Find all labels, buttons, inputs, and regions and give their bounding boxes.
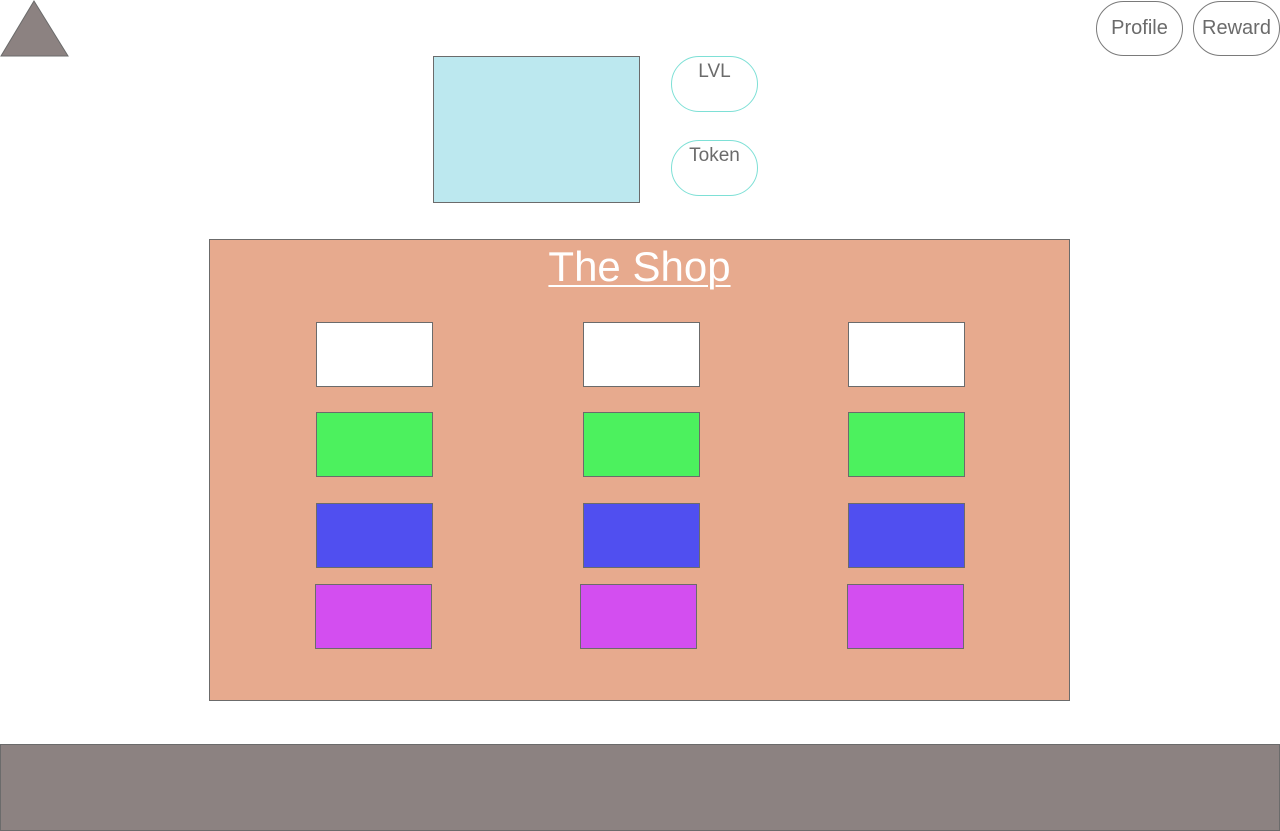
shop-item-blue-3[interactable] — [848, 503, 965, 568]
shop-item-purple-3[interactable] — [847, 584, 964, 649]
shop-item-purple-2[interactable] — [580, 584, 697, 649]
reward-button-label: Reward — [1202, 17, 1271, 39]
triangle-icon — [0, 0, 69, 57]
shop-item-green-2[interactable] — [583, 412, 700, 477]
shop-item-purple-1[interactable] — [315, 584, 432, 649]
shop-item-blue-2[interactable] — [583, 503, 700, 568]
reward-button[interactable]: Reward — [1193, 1, 1280, 56]
shop-item-white-3[interactable] — [848, 322, 965, 387]
shop-item-green-3[interactable] — [848, 412, 965, 477]
home-triangle-button[interactable] — [0, 0, 70, 58]
shop-title: The Shop — [548, 243, 731, 290]
shop-item-white-1[interactable] — [316, 322, 433, 387]
shop-item-blue-1[interactable] — [316, 503, 433, 568]
token-badge: Token — [671, 140, 758, 196]
bottom-bar — [0, 744, 1280, 831]
level-badge: LVL — [671, 56, 758, 112]
profile-button[interactable]: Profile — [1096, 1, 1183, 56]
shop-item-green-1[interactable] — [316, 412, 433, 477]
level-label: LVL — [698, 61, 731, 82]
profile-button-label: Profile — [1111, 17, 1168, 39]
avatar-picture-panel — [433, 56, 640, 203]
token-label: Token — [689, 145, 740, 166]
shop-item-white-2[interactable] — [583, 322, 700, 387]
